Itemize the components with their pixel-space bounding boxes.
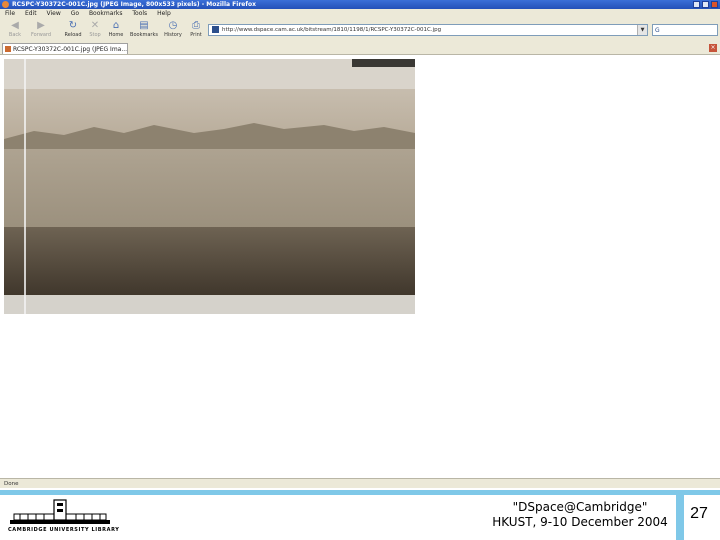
menu-view[interactable]: View xyxy=(47,9,61,19)
event-title: "DSpace@Cambridge" xyxy=(512,500,648,514)
url-dropdown-button[interactable]: ▼ xyxy=(637,25,647,35)
footer-rule xyxy=(0,490,720,495)
url-text: http://www.dspace.cam.ac.uk/bitstream/18… xyxy=(222,27,442,33)
bookmarks-button[interactable]: ▤ Bookmarks xyxy=(128,20,160,38)
minimize-button[interactable] xyxy=(693,1,700,8)
footer-divider xyxy=(676,495,684,540)
library-name: CAMBRIDGE UNIVERSITY LIBRARY xyxy=(8,527,120,533)
search-engine-icon: G xyxy=(655,27,660,34)
status-text: Done xyxy=(4,481,19,487)
menu-go[interactable]: Go xyxy=(71,9,79,19)
url-field[interactable]: http://www.dspace.cam.ac.uk/bitstream/18… xyxy=(208,24,648,36)
status-bar: Done xyxy=(0,478,720,488)
window-title: RCSPC-Y30372C-001C.jpg (JPEG Image, 800x… xyxy=(12,1,256,8)
menu-tools[interactable]: Tools xyxy=(132,9,147,19)
history-icon: ◷ xyxy=(168,20,178,31)
home-icon: ⌂ xyxy=(112,20,120,31)
forward-label: Forward xyxy=(30,32,52,38)
home-button[interactable]: ⌂ Home xyxy=(103,20,129,38)
maximize-button[interactable] xyxy=(702,1,709,8)
back-button[interactable]: ◀ Back xyxy=(2,20,28,38)
home-label: Home xyxy=(108,32,124,38)
print-icon: ⎙ xyxy=(192,20,200,31)
print-button[interactable]: ⎙ Print xyxy=(183,20,209,38)
close-tab-icon[interactable]: × xyxy=(709,44,717,52)
bookmarks-icon: ▤ xyxy=(139,20,149,31)
print-label: Print xyxy=(190,32,202,38)
stop-label: Stop xyxy=(89,32,101,38)
forward-button[interactable]: ▶ Forward xyxy=(28,20,54,38)
slide-number: 27 xyxy=(690,505,708,522)
back-arrow-icon: ◀ xyxy=(11,20,19,31)
harbour-photograph xyxy=(4,59,415,314)
menu-help[interactable]: Help xyxy=(157,9,171,19)
firefox-icon xyxy=(2,1,9,8)
tab-title: RCSPC-Y30372C-001C.jpg (JPEG Ima... xyxy=(13,46,128,53)
tab-favicon-icon xyxy=(5,46,11,52)
menu-file[interactable]: File xyxy=(5,9,15,19)
history-label: History xyxy=(164,32,182,38)
back-label: Back xyxy=(8,32,22,38)
tab-bar: RCSPC-Y30372C-001C.jpg (JPEG Ima... × xyxy=(0,41,720,55)
page-icon xyxy=(212,26,219,33)
search-box[interactable]: G xyxy=(652,24,718,36)
stop-icon: ✕ xyxy=(90,20,100,31)
mountains-shape xyxy=(4,123,415,153)
page-viewport[interactable] xyxy=(0,55,720,478)
reload-icon: ↻ xyxy=(68,20,78,31)
tab-image[interactable]: RCSPC-Y30372C-001C.jpg (JPEG Ima... xyxy=(2,43,128,54)
bookmarks-label: Bookmarks xyxy=(130,32,158,38)
menu-bookmarks[interactable]: Bookmarks xyxy=(89,9,123,19)
menu-bar: File Edit View Go Bookmarks Tools Help xyxy=(0,9,720,19)
event-date: HKUST, 9-10 December 2004 xyxy=(492,515,668,529)
close-window-button[interactable] xyxy=(711,1,718,8)
reload-label: Reload xyxy=(64,32,82,38)
forward-arrow-icon: ▶ xyxy=(37,20,45,31)
menu-edit[interactable]: Edit xyxy=(25,9,37,19)
window-titlebar: RCSPC-Y30372C-001C.jpg (JPEG Image, 800x… xyxy=(0,0,720,9)
event-caption: "DSpace@Cambridge" HKUST, 9-10 December … xyxy=(470,500,690,530)
